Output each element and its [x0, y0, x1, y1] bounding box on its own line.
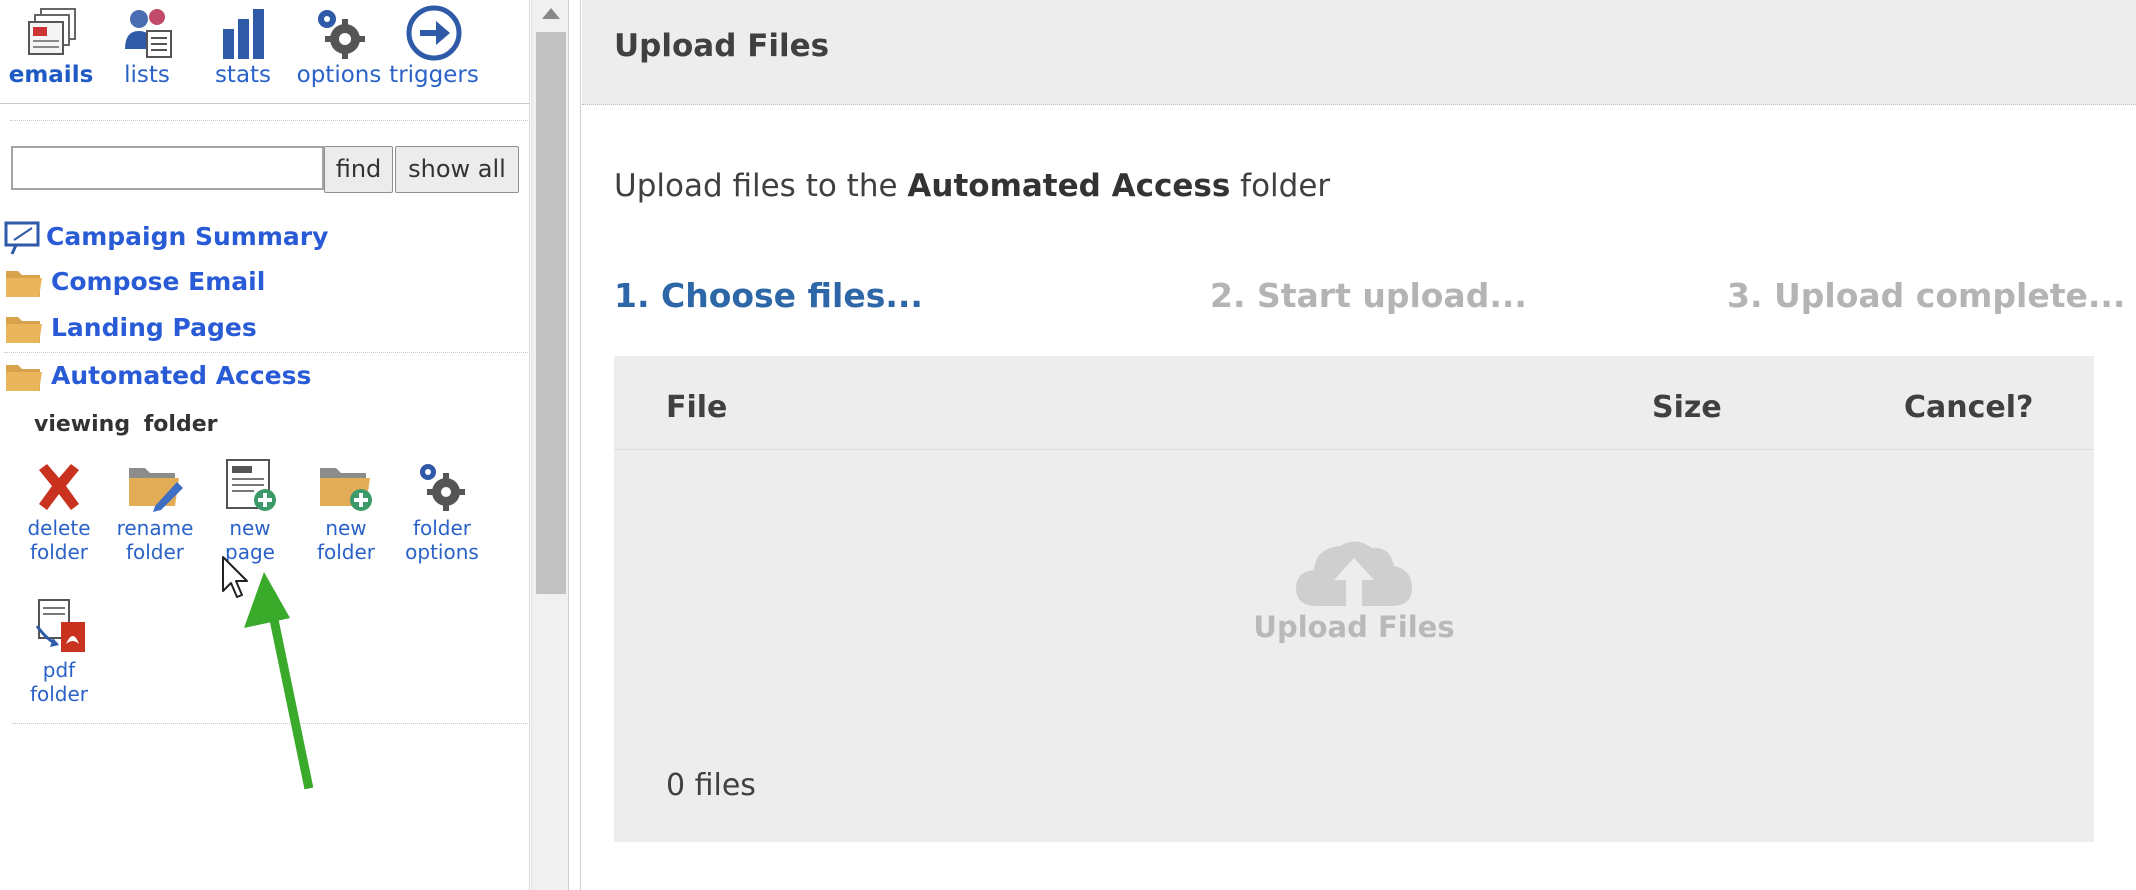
nav-lists[interactable]: lists — [99, 0, 195, 100]
pdf-folder-icon — [35, 599, 85, 652]
emails-icon — [28, 8, 76, 55]
pdf-folder-label: pdf folder — [11, 658, 107, 706]
new-page-button[interactable]: new page — [202, 458, 298, 564]
nav-lists-label: lists — [124, 62, 170, 88]
delete-folder-button[interactable]: delete folder — [11, 462, 107, 564]
delete-folder-label: delete folder — [11, 516, 107, 564]
folder-options-label-line2: options — [405, 540, 479, 564]
column-size: Size — [1652, 390, 1722, 425]
folder-options-label-line1: folder — [412, 516, 472, 540]
sidebar: emails lists stats options triggers find… — [0, 0, 530, 890]
new-page-icon — [226, 459, 276, 511]
viewing-folder-label: viewing folder — [34, 412, 218, 437]
tree-label-automated-access: Automated Access — [51, 361, 312, 390]
delete-folder-label-line1: delete — [27, 516, 91, 540]
nav-emails[interactable]: emails — [3, 0, 99, 100]
rename-folder-label-line1: rename — [116, 516, 194, 540]
folder-options-label: folder options — [394, 516, 490, 564]
new-folder-label: new folder — [298, 516, 394, 564]
tree-label-compose-email: Compose Email — [51, 267, 266, 296]
column-cancel: Cancel? — [1904, 390, 2034, 425]
upload-intro-text: Upload files to the Automated Access fol… — [614, 168, 1330, 204]
folder-icon — [6, 317, 42, 343]
lists-icon — [125, 9, 172, 58]
sidebar-scrollbar[interactable] — [531, 0, 569, 890]
file-list-panel: File Size Cancel? Upload Files 0 files — [614, 356, 2094, 842]
tree-item-campaign-summary[interactable]: Campaign Summary — [4, 218, 328, 258]
nav-triggers-label: triggers — [389, 62, 479, 88]
pdf-folder-button[interactable]: pdf folder — [11, 598, 107, 706]
upload-intro-folder: Automated Access — [907, 168, 1231, 204]
rename-folder-label: rename folder — [107, 516, 203, 564]
file-count: 0 files — [666, 768, 756, 803]
search-input[interactable] — [11, 146, 324, 190]
nav-options-label: options — [296, 62, 382, 88]
scroll-up-arrow-icon[interactable] — [542, 8, 560, 19]
nav-emails-label: emails — [8, 62, 94, 88]
rename-folder-button[interactable]: rename folder — [107, 462, 203, 564]
new-folder-icon — [320, 468, 372, 511]
rename-folder-label-line2: folder — [125, 540, 185, 564]
pane-divider[interactable] — [571, 0, 581, 890]
tree-label-campaign-summary: Campaign Summary — [46, 222, 329, 251]
find-button[interactable]: find — [324, 146, 393, 193]
pdf-folder-label-line2: folder — [29, 682, 89, 706]
new-folder-label-line1: new — [325, 516, 367, 540]
new-folder-label-line2: folder — [316, 540, 376, 564]
tree-label-landing-pages: Landing Pages — [51, 313, 257, 342]
main-header: Upload Files — [582, 0, 2136, 105]
pdf-folder-label-line1: pdf — [42, 658, 76, 682]
upload-intro-suffix: folder — [1240, 168, 1331, 204]
show-all-button[interactable]: show all — [395, 146, 519, 193]
nav-divider-dotted — [10, 120, 530, 121]
tree-item-compose-email[interactable]: Compose Email — [4, 263, 304, 303]
folder-options-icon — [420, 464, 465, 511]
new-page-label-line1: new — [229, 516, 271, 540]
nav-stats[interactable]: stats — [195, 0, 291, 100]
campaign-summary-icon — [4, 221, 40, 255]
stats-icon — [223, 9, 264, 59]
tree-divider — [4, 352, 530, 353]
step-upload-complete: 3. Upload complete... — [1727, 276, 2126, 315]
nav-options[interactable]: options — [291, 0, 387, 100]
column-file: File — [666, 390, 728, 425]
step-start-upload: 2. Start upload... — [1210, 276, 1527, 315]
main-panel: Upload Files Upload files to the Automat… — [582, 0, 2136, 890]
upload-drop-zone[interactable]: Upload Files — [1234, 536, 1474, 646]
triggers-arrow-icon — [406, 5, 462, 61]
nav-triggers[interactable]: triggers — [386, 0, 482, 100]
mouse-cursor-icon — [222, 556, 248, 598]
folder-icon — [6, 271, 42, 297]
rename-folder-icon — [129, 468, 183, 512]
delete-folder-label-line2: folder — [29, 540, 89, 564]
scroll-thumb[interactable] — [536, 32, 566, 594]
tree-item-landing-pages[interactable]: Landing Pages — [4, 309, 304, 349]
folder-options-button[interactable]: folder options — [394, 462, 490, 564]
upload-intro-prefix: Upload files to the — [614, 168, 898, 204]
delete-x-icon — [39, 464, 79, 510]
nav-divider — [0, 103, 530, 104]
step-choose-files[interactable]: 1. Choose files... — [614, 276, 923, 315]
upload-files-label: Upload Files — [1253, 610, 1455, 644]
nav-stats-label: stats — [214, 62, 272, 88]
new-folder-button[interactable]: new folder — [298, 462, 394, 564]
file-list-header: File Size Cancel? — [614, 356, 2094, 450]
tree-item-automated-access[interactable]: Automated Access — [4, 357, 311, 397]
page-title: Upload Files — [614, 28, 830, 64]
folder-icon — [6, 365, 42, 391]
options-gear-icon — [318, 10, 365, 59]
annotation-arrow-icon — [244, 572, 314, 790]
cloud-upload-icon — [1296, 541, 1412, 606]
